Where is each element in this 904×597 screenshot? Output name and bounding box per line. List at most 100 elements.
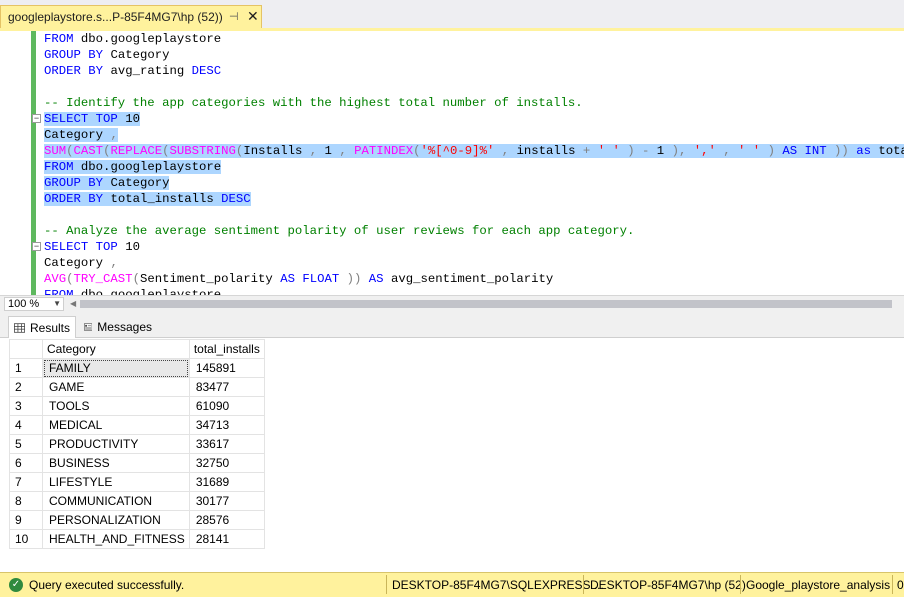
collapse-icon[interactable]: − <box>32 242 41 251</box>
cell-category[interactable]: BUSINESS <box>42 453 190 473</box>
code-text: -- Identify the app categories with the … <box>44 96 583 110</box>
horizontal-scrollbar-thumb[interactable] <box>80 300 892 308</box>
cell-total-installs[interactable]: 33617 <box>188 434 265 454</box>
row-number[interactable]: 4 <box>9 415 43 435</box>
close-icon[interactable]: ✕ <box>247 8 259 25</box>
table-row[interactable]: 4 MEDICAL 34713 <box>9 415 265 435</box>
cell-category[interactable]: MEDICAL <box>42 415 190 435</box>
grid-icon <box>14 323 25 333</box>
code-token: DESC <box>221 192 251 206</box>
code-line[interactable]: Category , <box>44 255 904 271</box>
cell-category[interactable]: LIFESTYLE <box>42 472 190 492</box>
row-number[interactable]: 8 <box>9 491 43 511</box>
tab-messages-label: Messages <box>97 320 152 334</box>
row-number[interactable]: 5 <box>9 434 43 454</box>
tab-messages[interactable]: Messages <box>79 316 157 338</box>
cell-total-installs[interactable]: 30177 <box>188 491 265 511</box>
collapse-icon[interactable]: − <box>32 114 41 123</box>
cell-total-installs[interactable]: 145891 <box>188 358 265 378</box>
query-tab[interactable]: googleplaystore.s...P-85F4MG7\hp (52)) ⊣… <box>0 5 262 28</box>
table-row[interactable]: 1 FAMILY 145891 <box>9 358 265 378</box>
code-text: ORDER BY avg_rating DESC <box>44 64 221 78</box>
code-token: Category <box>110 176 170 190</box>
code-line[interactable] <box>44 207 904 223</box>
code-line[interactable] <box>44 79 904 95</box>
scroll-left-icon[interactable]: ◀ <box>70 299 76 308</box>
code-token: AS FLOAT <box>280 272 340 286</box>
code-line[interactable]: FROM dbo.googleplaystore <box>44 287 904 295</box>
cell-total-installs[interactable]: 34713 <box>188 415 265 435</box>
table-row[interactable]: 5 PRODUCTIVITY 33617 <box>9 434 265 454</box>
results-grid[interactable]: Category total_installs 1 FAMILY 145891 2 GA… <box>9 339 265 549</box>
code-line[interactable]: ORDER BY total_installs DESC <box>44 191 904 207</box>
code-token: ( <box>66 144 74 158</box>
row-number[interactable]: 6 <box>9 453 43 473</box>
code-line[interactable]: FROM dbo.googleplaystore <box>44 31 904 47</box>
code-line[interactable]: GROUP BY Category <box>44 175 904 191</box>
row-number-header[interactable] <box>9 339 43 359</box>
row-number[interactable]: 3 <box>9 396 43 416</box>
code-text: FROM dbo.googleplaystore <box>44 288 221 295</box>
column-header-category[interactable]: Category <box>42 339 190 359</box>
table-row[interactable]: 2 GAME 83477 <box>9 377 265 397</box>
code-line[interactable]: -- Identify the app categories with the … <box>44 95 904 111</box>
row-number[interactable]: 7 <box>9 472 43 492</box>
code-token: GROUP BY <box>44 48 104 62</box>
code-token: , <box>501 144 510 158</box>
row-number[interactable]: 9 <box>9 510 43 530</box>
code-token: , <box>309 144 318 158</box>
cell-total-installs[interactable]: 28141 <box>188 529 265 549</box>
row-number[interactable]: 10 <box>9 529 43 549</box>
code-token: dbo.googleplaystore <box>80 160 222 174</box>
code-token: ORDER BY <box>44 192 104 206</box>
change-tracking-bar <box>31 31 36 295</box>
cell-category[interactable]: PERSONALIZATION <box>42 510 190 530</box>
table-row[interactable]: 8 COMMUNICATION 30177 <box>9 491 265 511</box>
row-number[interactable]: 1 <box>9 358 43 378</box>
selected-code: FROM dbo.googleplaystore <box>44 160 222 174</box>
cell-total-installs[interactable]: 32750 <box>188 453 265 473</box>
zoom-dropdown[interactable]: 100 % ▼ <box>4 297 64 311</box>
cell-category[interactable]: GAME <box>42 377 190 397</box>
cell-category[interactable]: PRODUCTIVITY <box>42 434 190 454</box>
cell-total-installs[interactable]: 28576 <box>188 510 265 530</box>
code-line[interactable]: GROUP BY Category <box>44 47 904 63</box>
code-token: Category <box>44 128 104 142</box>
row-number[interactable]: 2 <box>9 377 43 397</box>
table-row[interactable]: 7 LIFESTYLE 31689 <box>9 472 265 492</box>
code-line[interactable]: -- Analyze the average sentiment polarit… <box>44 223 904 239</box>
table-row[interactable]: 9 PERSONALIZATION 28576 <box>9 510 265 530</box>
code-line[interactable]: FROM dbo.googleplaystore <box>44 159 904 175</box>
cell-total-installs[interactable]: 83477 <box>188 377 265 397</box>
selected-code: SELECT TOP 10 <box>44 112 140 126</box>
cell-category[interactable]: TOOLS <box>42 396 190 416</box>
code-line[interactable]: − SELECT TOP 10 <box>32 239 904 255</box>
table-row[interactable]: 6 BUSINESS 32750 <box>9 453 265 473</box>
code-token: -- Analyze the average sentiment polarit… <box>44 224 635 238</box>
cell-total-installs[interactable]: 31689 <box>188 472 265 492</box>
code-line[interactable]: SUM(CAST(REPLACE(SUBSTRING(Installs , 1 … <box>44 143 904 159</box>
messages-icon <box>84 323 93 331</box>
code-line[interactable]: − SELECT TOP 10 <box>32 111 904 127</box>
table-row[interactable]: 10 HEALTH_AND_FITNESS 28141 <box>9 529 265 549</box>
status-divider <box>386 575 387 594</box>
cell-total-installs[interactable]: 61090 <box>188 396 265 416</box>
code-token: dbo.googleplaystore <box>80 32 222 46</box>
status-message: Query executed successfully. <box>29 578 185 592</box>
query-editor[interactable]: FROM dbo.googleplaystore GROUP BY Categor… <box>0 31 904 295</box>
code-token: AS <box>368 272 384 286</box>
cell-category[interactable]: COMMUNICATION <box>42 491 190 511</box>
cell-category[interactable]: FAMILY <box>42 358 190 378</box>
code-token: SUBSTRING <box>169 144 236 158</box>
pin-icon[interactable]: ⊣ <box>229 10 239 23</box>
code-line[interactable]: Category , <box>44 127 904 143</box>
code-line[interactable]: AVG(TRY_CAST(Sentiment_polarity AS FLOAT… <box>44 271 904 287</box>
tab-results[interactable]: Results <box>8 316 76 339</box>
column-header-total-installs[interactable]: total_installs <box>188 339 265 359</box>
cell-category[interactable]: HEALTH_AND_FITNESS <box>42 529 190 549</box>
table-row[interactable]: 3 TOOLS 61090 <box>9 396 265 416</box>
code-token: FROM <box>44 32 74 46</box>
code-token: SELECT TOP <box>44 112 118 126</box>
code-area[interactable]: FROM dbo.googleplaystore GROUP BY Categor… <box>32 31 904 295</box>
code-line[interactable]: ORDER BY avg_rating DESC <box>44 63 904 79</box>
